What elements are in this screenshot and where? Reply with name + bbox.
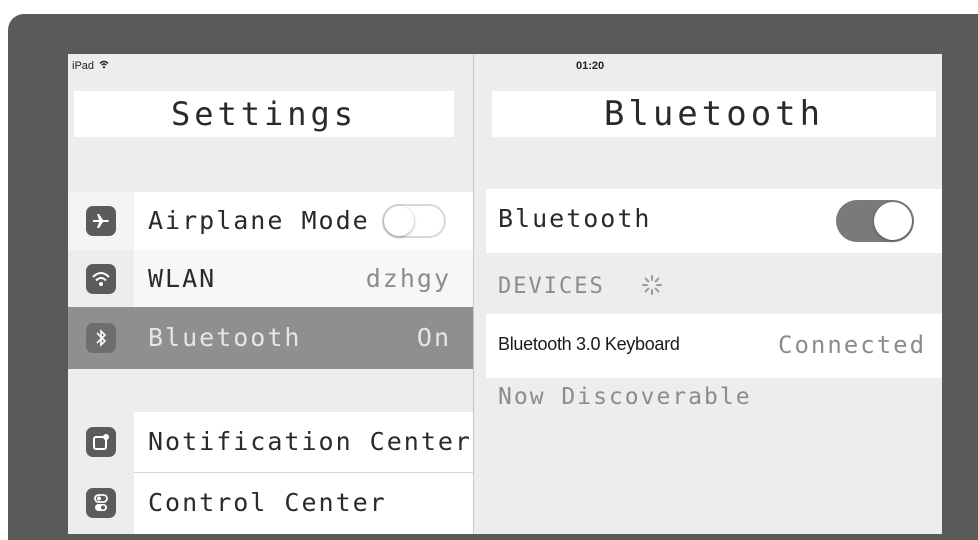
wlan-label: WLAN: [148, 264, 217, 293]
device-name: Bluetooth 3.0 Keyboard: [498, 334, 680, 354]
status-bar-device: iPad: [72, 60, 109, 72]
device-frame: iPad 01:20 Settings Airplane Mode WLAN d…: [8, 14, 978, 540]
ipad-screen: iPad 01:20 Settings Airplane Mode WLAN d…: [68, 54, 942, 534]
settings-row-notification-center[interactable]: Notification Center: [68, 412, 473, 472]
device-name: iPad: [72, 60, 95, 72]
spinner-icon: [642, 275, 662, 295]
bluetooth-toggle-row: Bluetooth: [486, 189, 942, 253]
toggle-knob: [874, 202, 912, 240]
airplane-mode-toggle[interactable]: [382, 204, 446, 238]
control-center-icon: [86, 488, 116, 518]
discoverable-status: Now Discoverable: [498, 384, 752, 410]
toggle-knob: [384, 206, 414, 236]
status-bar-time: 01:20: [576, 60, 605, 72]
bluetooth-icon: [86, 323, 116, 353]
devices-header: DEVICES: [498, 274, 605, 299]
bluetooth-toggle-label: Bluetooth: [498, 204, 652, 233]
wifi-icon: [86, 264, 116, 294]
settings-row-wlan[interactable]: WLAN dzhgy: [68, 250, 473, 308]
wlan-network-value: dzhgy: [365, 264, 451, 293]
bluetooth-toggle[interactable]: [836, 200, 914, 242]
airplane-icon: [86, 206, 116, 236]
bluetooth-page-title: Bluetooth: [492, 91, 936, 137]
settings-row-airplane-mode[interactable]: Airplane Mode: [68, 192, 473, 250]
settings-row-control-center[interactable]: Control Center: [68, 472, 473, 534]
bluetooth-status-value: On: [416, 323, 451, 352]
notification-center-icon: [86, 427, 116, 457]
control-center-label: Control Center: [148, 488, 387, 517]
device-connection-status: Connected: [778, 331, 927, 359]
device-row-keyboard[interactable]: Bluetooth 3.0 Keyboard Connected: [486, 314, 942, 378]
settings-title: Settings: [74, 91, 454, 137]
bluetooth-label: Bluetooth: [148, 323, 302, 352]
status-wifi-icon: [99, 60, 109, 72]
airplane-mode-label: Airplane Mode: [148, 206, 370, 235]
split-divider: [473, 54, 474, 534]
settings-row-bluetooth[interactable]: Bluetooth On: [68, 307, 473, 369]
notification-center-label: Notification Center: [148, 427, 472, 456]
